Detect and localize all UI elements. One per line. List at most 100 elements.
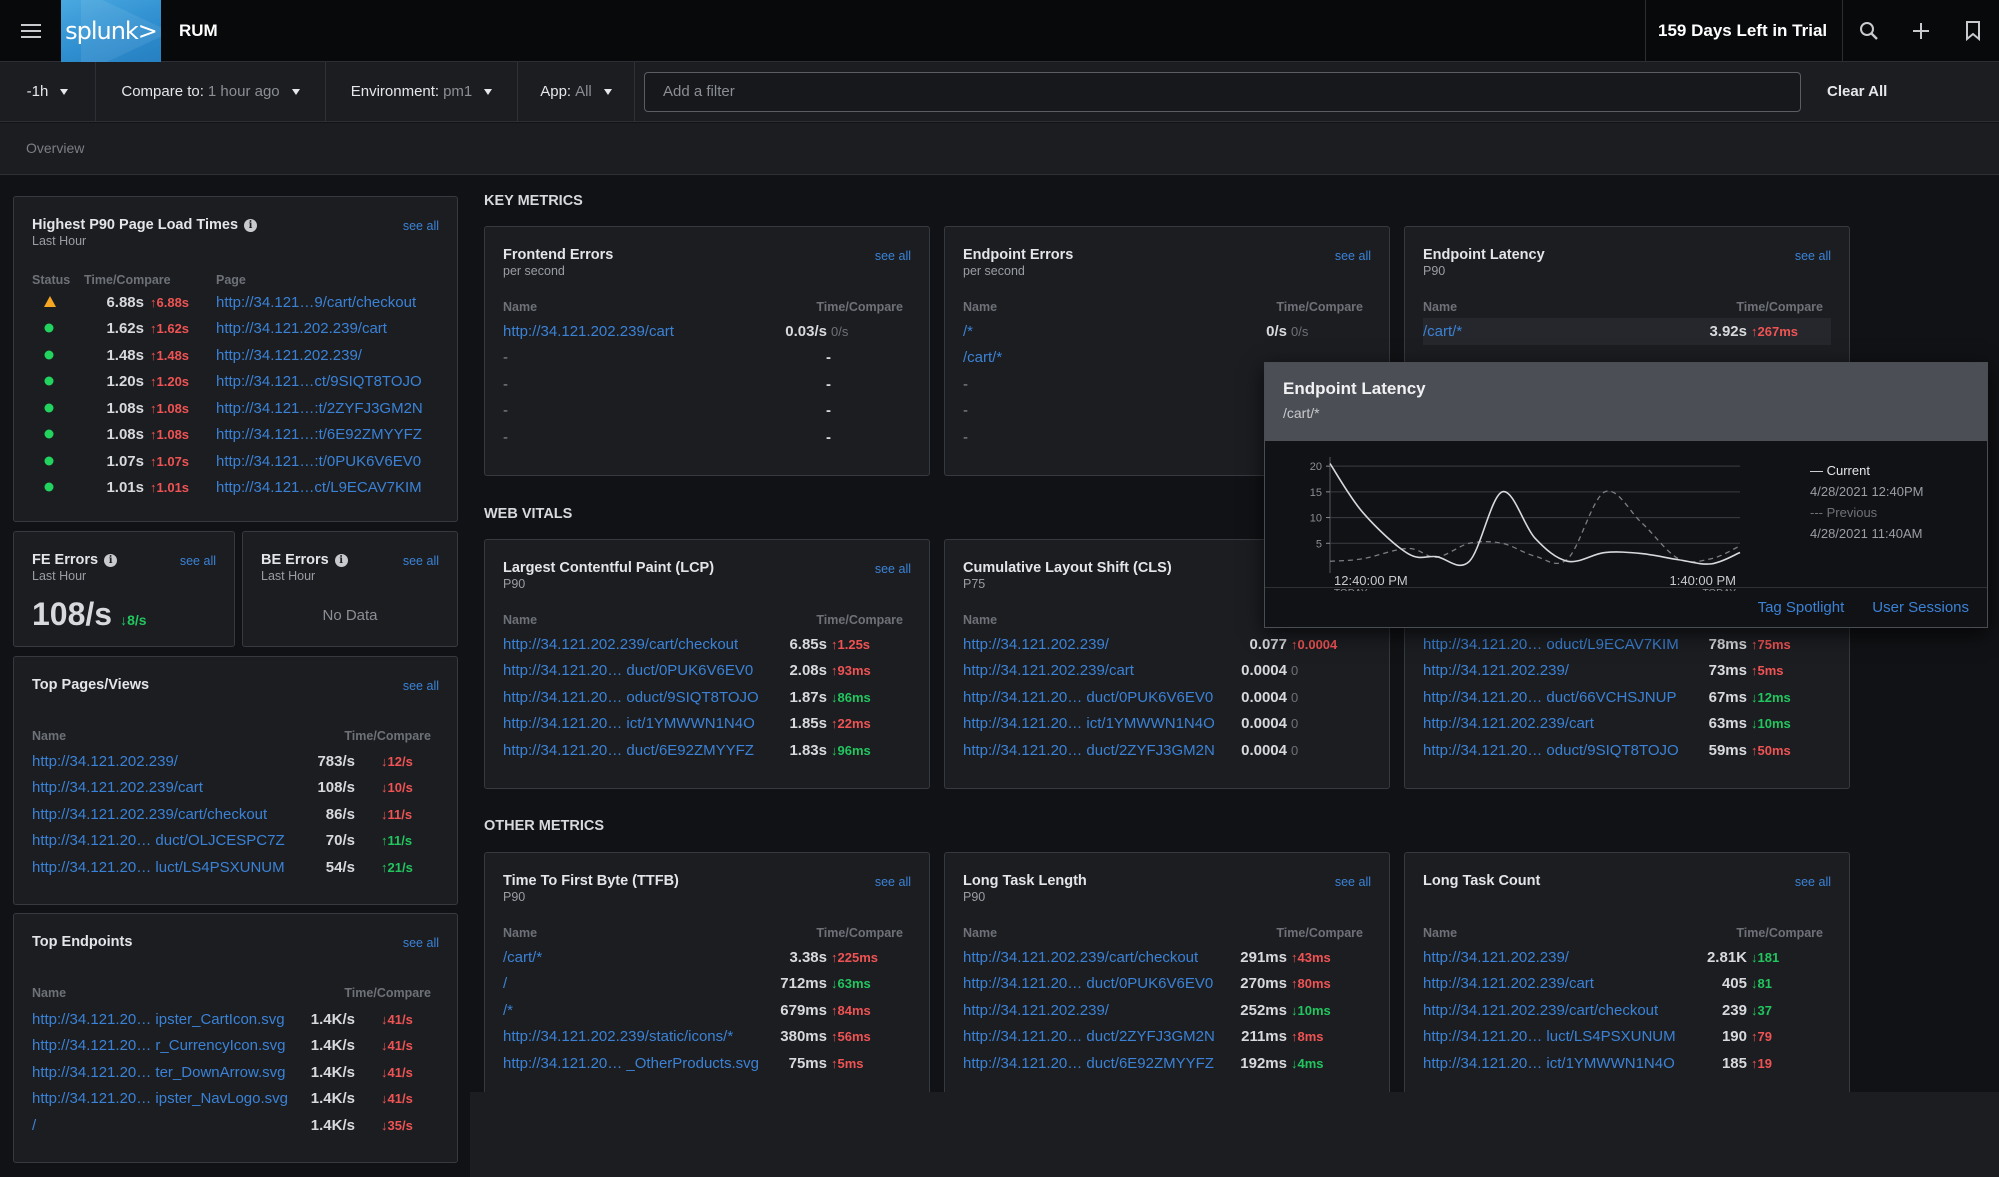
see-all-link[interactable]: see all bbox=[875, 249, 911, 263]
row-name-link[interactable]: http://34.121.202.239/cart bbox=[1423, 715, 1594, 732]
row-value: 75ms bbox=[788, 1054, 827, 1072]
row-name-link[interactable]: /* bbox=[963, 323, 973, 340]
row-name-link[interactable]: http://34.121.20… duct/6E92ZMYYFZ bbox=[963, 1055, 1214, 1072]
row-value: 679ms bbox=[780, 1001, 827, 1019]
row-name-link[interactable]: http://34.121.20… oduct/9SIQT8TOJO bbox=[1423, 742, 1679, 759]
time-range-dropdown[interactable]: -1h bbox=[0, 61, 96, 122]
row-name-link[interactable]: http://34.121.202.239/ bbox=[32, 753, 178, 770]
row-name-link[interactable]: http://34.121.20… oduct/L9ECAV7KIM bbox=[1423, 636, 1679, 653]
row-name-link[interactable]: http://34.121.20… ipster_CartIcon.svg bbox=[32, 1011, 285, 1028]
row-name-link[interactable]: http://34.121.20… ict/1YMWWN1N4O bbox=[1423, 1055, 1675, 1072]
row-name-link[interactable]: http://34.121.202.239/ bbox=[963, 636, 1109, 653]
row-value: 190 bbox=[1721, 1028, 1747, 1046]
row-name-link[interactable]: http://34.121.20… ter_DownArrow.svg bbox=[32, 1064, 285, 1081]
row-page-link[interactable]: http://34.121…9/cart/checkout bbox=[216, 294, 416, 311]
row-name-link[interactable]: http://34.121.20… _OtherProducts.svg bbox=[503, 1055, 759, 1072]
row-name-link[interactable]: http://34.121.202.239/static/icons/* bbox=[503, 1028, 733, 1045]
info-icon[interactable]: i bbox=[104, 553, 118, 567]
see-all-link[interactable]: see all bbox=[875, 562, 911, 576]
splunk-logo[interactable]: splunk> bbox=[61, 0, 161, 62]
info-icon[interactable]: i bbox=[334, 553, 348, 567]
metric-rows: /cart/* 3.38s ↑225ms / 712ms ↓63ms /* 679ms ↑84m… bbox=[503, 944, 911, 1077]
row-name-link[interactable]: http://34.121.20… ict/1YMWWN1N4O bbox=[963, 715, 1215, 732]
see-all-link[interactable]: see all bbox=[1335, 249, 1371, 263]
row-time: 1.01s bbox=[106, 479, 144, 497]
row-name-link[interactable]: http://34.121.202.239/ bbox=[1423, 949, 1569, 966]
search-icon[interactable] bbox=[1843, 0, 1895, 62]
column-header-name: Name bbox=[32, 729, 67, 743]
row-compare: ↑1.07s bbox=[150, 453, 190, 469]
hamburger-menu-icon[interactable] bbox=[0, 0, 61, 62]
clear-all-button[interactable]: Clear All bbox=[1827, 83, 1887, 100]
table-row: http://34.121.20… ict/1YMWWN1N4O 185 ↑19 bbox=[1423, 1050, 1831, 1077]
table-row: http://34.121.202.239/cart 0.0004 0 bbox=[963, 658, 1371, 685]
row-name-link[interactable]: http://34.121.202.239/cart/checkout bbox=[503, 636, 738, 653]
card-title: Endpoint Errors bbox=[963, 247, 1074, 263]
row-name-link[interactable]: http://34.121.20… oduct/9SIQT8TOJO bbox=[503, 689, 759, 706]
see-all-link[interactable]: see all bbox=[403, 679, 439, 693]
row-name-link[interactable]: http://34.121.20… duct/0PUK6V6EV0 bbox=[503, 662, 753, 679]
app-dropdown[interactable]: App: All bbox=[518, 61, 635, 122]
plus-icon[interactable] bbox=[1895, 0, 1947, 62]
row-name-link[interactable]: /cart/* bbox=[1423, 323, 1462, 340]
table-row: 1.62s ↑1.62s http://34.121.202.239/cart bbox=[32, 316, 439, 343]
row-page-link[interactable]: http://34.121…:t/0PUK6V6EV0 bbox=[216, 453, 421, 470]
row-name-link[interactable]: http://34.121.20… duct/66VCHSJNUP bbox=[1423, 689, 1676, 706]
row-page-link[interactable]: http://34.121…ct/9SIQT8TOJO bbox=[216, 373, 422, 390]
row-name-link[interactable]: http://34.121.20… ipster_NavLogo.svg bbox=[32, 1090, 288, 1107]
row-name-link[interactable]: http://34.121.20… duct/0PUK6V6EV0 bbox=[963, 689, 1213, 706]
row-name-link[interactable]: http://34.121.20… duct/OLJCESPC7Z bbox=[32, 832, 285, 849]
environment-dropdown[interactable]: Environment: pm1 bbox=[326, 61, 518, 122]
row-value: 108/s bbox=[317, 779, 355, 797]
row-name-link[interactable]: http://34.121.20… ict/1YMWWN1N4O bbox=[503, 715, 755, 732]
row-name-link[interactable]: / bbox=[503, 975, 507, 992]
row-name-link[interactable]: http://34.121.202.239/cart bbox=[503, 323, 674, 340]
row-name-link[interactable]: http://34.121.202.239/cart/checkout bbox=[963, 949, 1198, 966]
row-name-link[interactable]: http://34.121.202.239/ bbox=[963, 1002, 1109, 1019]
info-icon[interactable]: i bbox=[244, 218, 258, 232]
table-row: http://34.121.202.239/2.81K ↓181 bbox=[1423, 944, 1831, 971]
bookmark-icon[interactable] bbox=[1947, 0, 1999, 62]
row-name-link[interactable]: /* bbox=[503, 1002, 513, 1019]
row-name-link[interactable]: http://34.121.202.239/ bbox=[1423, 662, 1569, 679]
card-subtitle: P90 bbox=[1423, 264, 1446, 278]
table-row: http://34.121.20… luct/LS4PSXUNUM 190 ↑79 bbox=[1423, 1024, 1831, 1051]
see-all-link[interactable]: see all bbox=[1335, 875, 1371, 889]
user-sessions-link[interactable]: User Sessions bbox=[1872, 599, 1969, 616]
top-pages-rows: http://34.121.202.239/783/s ↓12/s http://3… bbox=[32, 748, 439, 881]
see-all-link[interactable]: see all bbox=[1795, 875, 1831, 889]
see-all-link[interactable]: see all bbox=[180, 554, 216, 568]
row-page-link[interactable]: http://34.121.202.239/ bbox=[216, 347, 362, 364]
row-name-link[interactable]: http://34.121.202.239/cart/checkout bbox=[1423, 1002, 1658, 1019]
row-name-link[interactable]: http://34.121.20… duct/6E92ZMYYFZ bbox=[503, 742, 754, 759]
see-all-link[interactable]: see all bbox=[403, 554, 439, 568]
row-name-link[interactable]: /cart/* bbox=[503, 949, 542, 966]
see-all-link[interactable]: see all bbox=[1795, 249, 1831, 263]
row-name-link[interactable]: http://34.121.202.239/cart bbox=[32, 779, 203, 796]
trial-status[interactable]: 159 Days Left in Trial bbox=[1645, 0, 1843, 62]
row-name-link[interactable]: http://34.121.20… luct/LS4PSXUNUM bbox=[1423, 1028, 1676, 1045]
row-name-link[interactable]: /cart/* bbox=[963, 349, 1002, 366]
row-name-link[interactable]: http://34.121.20… luct/LS4PSXUNUM bbox=[32, 859, 285, 876]
row-name-link[interactable]: http://34.121.202.239/cart/checkout bbox=[32, 806, 267, 823]
row-page-link[interactable]: http://34.121.202.239/cart bbox=[216, 320, 387, 337]
row-page-link[interactable]: http://34.121…:t/2ZYFJ3GM2N bbox=[216, 400, 423, 417]
row-name-link[interactable]: http://34.121.20… duct/0PUK6V6EV0 bbox=[963, 975, 1213, 992]
row-name-link[interactable]: http://34.121.202.239/cart bbox=[963, 662, 1134, 679]
row-page-link[interactable]: http://34.121…ct/L9ECAV7KIM bbox=[216, 479, 422, 496]
see-all-link[interactable]: see all bbox=[875, 875, 911, 889]
tab-overview[interactable]: Overview bbox=[26, 140, 84, 156]
card-title: Frontend Errors bbox=[503, 247, 614, 263]
row-name-link[interactable]: / bbox=[32, 1117, 36, 1134]
row-name-link[interactable]: http://34.121.20… duct/2ZYFJ3GM2N bbox=[963, 1028, 1215, 1045]
row-name-link[interactable]: http://34.121.202.239/cart bbox=[1423, 975, 1594, 992]
row-name-link[interactable]: http://34.121.20… r_CurrencyIcon.svg bbox=[32, 1037, 285, 1054]
row-page-link[interactable]: http://34.121…:t/6E92ZMYYFZ bbox=[216, 426, 422, 443]
see-all-link[interactable]: see all bbox=[403, 936, 439, 950]
compare-to-dropdown[interactable]: Compare to: 1 hour ago bbox=[96, 61, 326, 122]
row-name-link[interactable]: http://34.121.20… duct/2ZYFJ3GM2N bbox=[963, 742, 1215, 759]
column-header-name: Name bbox=[503, 926, 538, 940]
add-filter-input[interactable] bbox=[644, 71, 1801, 112]
see-all-link[interactable]: see all bbox=[403, 219, 439, 233]
tag-spotlight-link[interactable]: Tag Spotlight bbox=[1758, 599, 1845, 616]
